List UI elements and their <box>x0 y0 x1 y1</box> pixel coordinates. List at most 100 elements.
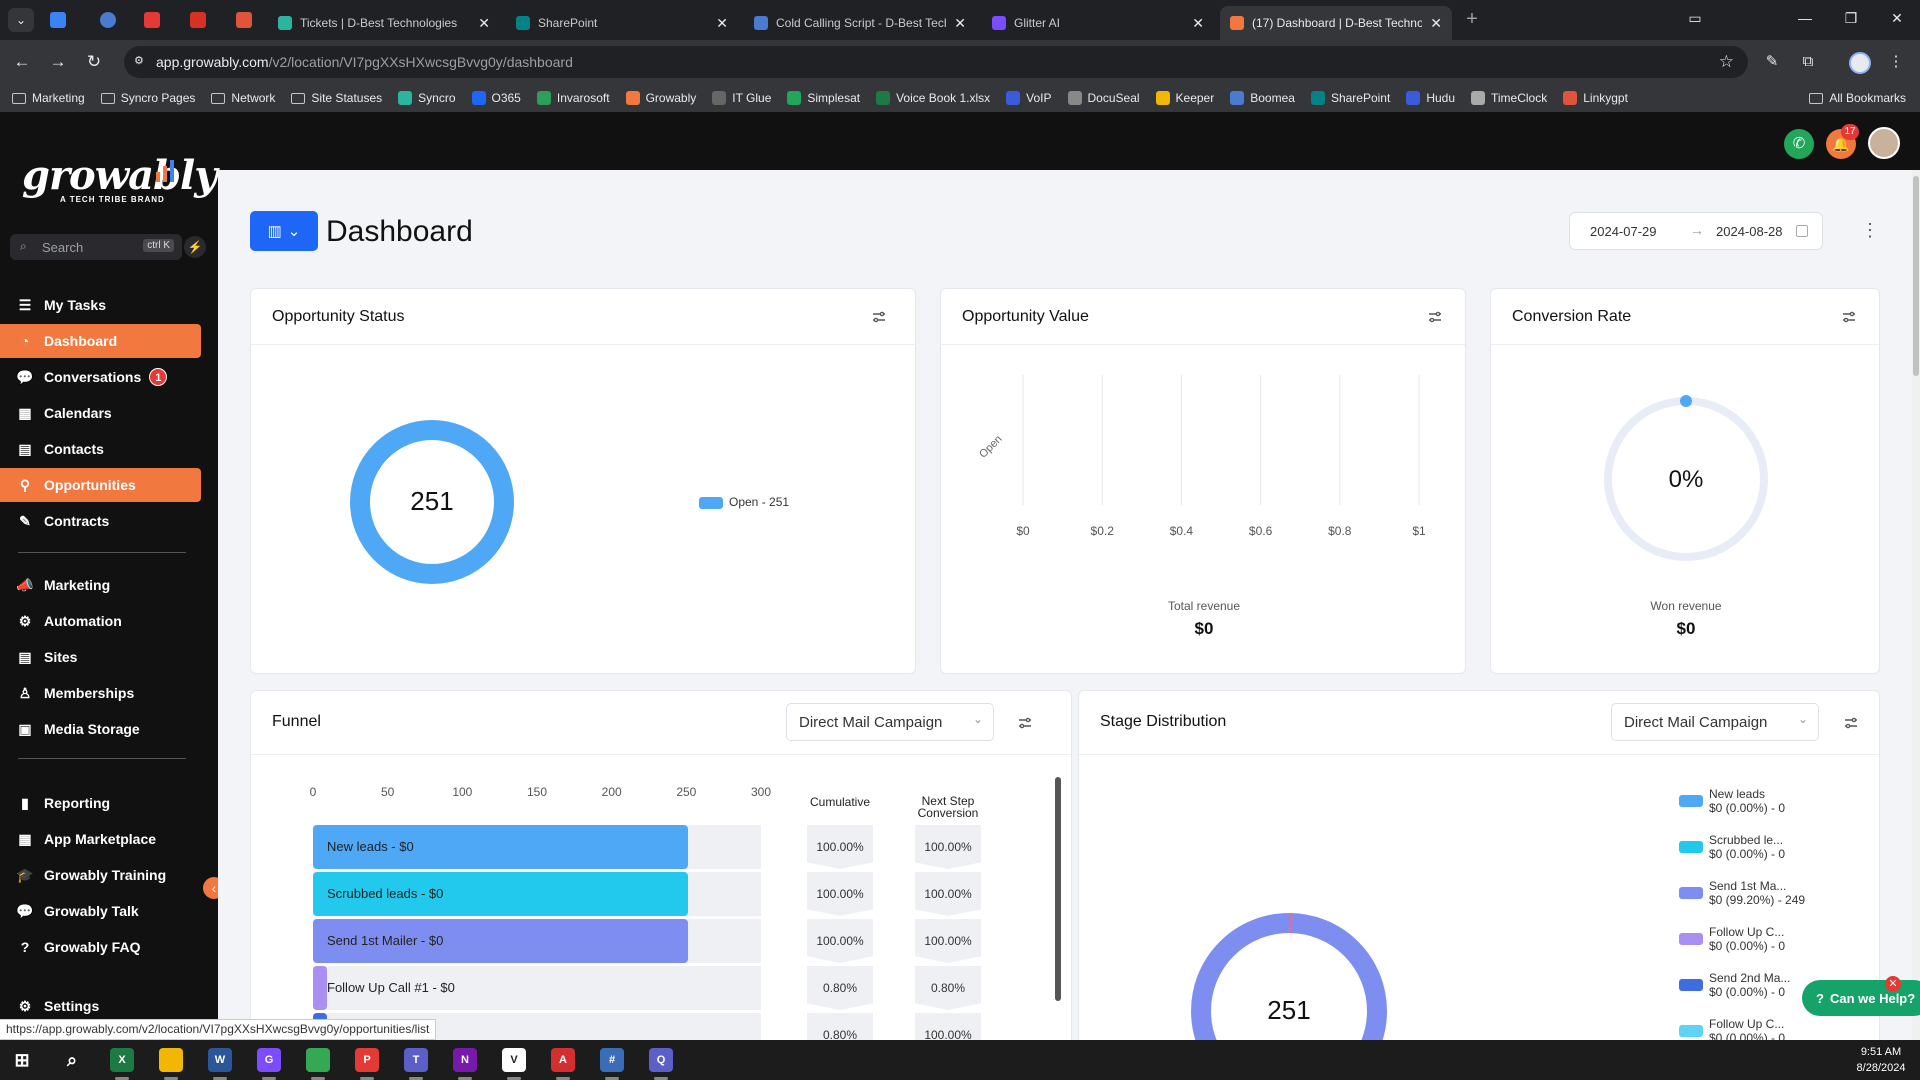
bookmark-o365[interactable]: O365 <box>471 91 521 105</box>
help-chat-button[interactable]: ? Can we Help? <box>1802 980 1920 1016</box>
tab-glitter-ai[interactable]: Glitter AI ✕ <box>982 6 1214 40</box>
tab-sharepoint[interactable]: SharePoint ✕ <box>506 6 738 40</box>
close-icon[interactable]: ✕ <box>478 15 490 32</box>
bookmark-hudu[interactable]: Hudu <box>1406 91 1455 105</box>
bookmark-boomea[interactable]: Boomea <box>1230 91 1295 105</box>
pen-icon[interactable]: ✎ <box>1760 50 1784 74</box>
date-range-picker[interactable]: 2024-07-29 → 2024-08-28 <box>1569 212 1823 250</box>
acrobat-icon[interactable]: A <box>551 1048 575 1072</box>
tab-tickets[interactable]: Tickets | D-Best Technologies ✕ <box>268 6 500 40</box>
extensions-icon[interactable]: ⧉ <box>1796 50 1820 74</box>
funnel-scrollbar[interactable] <box>1055 777 1061 1001</box>
calculator-icon[interactable]: # <box>600 1048 624 1072</box>
pinned-tab-1[interactable] <box>44 8 72 32</box>
site-info-icon[interactable]: ⚙ <box>134 54 148 68</box>
tab-search-button[interactable]: ⌄ <box>8 8 34 32</box>
close-icon[interactable]: ✕ <box>954 15 966 32</box>
visual-studio-icon[interactable]: V <box>502 1048 526 1072</box>
filter-icon[interactable] <box>1841 309 1857 325</box>
sidebar-item-settings[interactable]: ⚙ Settings <box>0 989 201 1023</box>
sidebar-item-calendars[interactable]: ▦ Calendars <box>0 396 201 430</box>
bookmark-site-statuses[interactable]: Site Statuses <box>291 91 382 105</box>
close-icon[interactable]: ✕ <box>1192 15 1204 32</box>
system-clock[interactable]: 9:51 AM 8/28/2024 <box>1846 1044 1916 1076</box>
bookmark-syncro[interactable]: Syncro <box>398 91 456 105</box>
filter-icon[interactable] <box>1427 309 1443 325</box>
bookmark-growably[interactable]: Growably <box>625 91 696 105</box>
filter-icon[interactable] <box>1843 715 1859 731</box>
onenote-icon[interactable]: N <box>453 1048 477 1072</box>
search-icon[interactable]: ⌕ <box>60 1048 84 1072</box>
bookmark-keeper[interactable]: Keeper <box>1155 91 1214 105</box>
file-explorer-icon[interactable] <box>159 1048 183 1072</box>
pinned-tab-4[interactable] <box>184 8 212 32</box>
bookmark-simplesat[interactable]: Simplesat <box>787 91 860 105</box>
sidebar-item-conversations[interactable]: 💬 Conversations 1 <box>0 360 201 394</box>
chrome-icon[interactable] <box>306 1048 330 1072</box>
filter-icon[interactable] <box>1017 715 1033 731</box>
pinned-tab-2[interactable] <box>94 8 122 32</box>
new-tab-button[interactable]: + <box>1460 8 1484 31</box>
bookmark-voip[interactable]: VoIP <box>1006 91 1052 105</box>
bookmark-it-glue[interactable]: IT Glue <box>712 91 771 105</box>
bookmark-linkygpt[interactable]: Linkygpt <box>1563 91 1628 105</box>
glitter-icon[interactable]: G <box>257 1048 281 1072</box>
pinned-tab-5[interactable] <box>230 8 258 32</box>
sidebar-item-contracts[interactable]: ✎ Contracts <box>0 504 201 538</box>
bookmark-marketing[interactable]: Marketing <box>12 91 85 105</box>
dashboard-switcher-button[interactable]: ▥ ⌄ <box>250 211 318 251</box>
filter-icon[interactable] <box>871 309 887 325</box>
sidebar-item-growably-training[interactable]: 🎓 Growably Training <box>0 858 201 892</box>
app-icon[interactable]: Q <box>649 1048 673 1072</box>
pen-icon[interactable]: P <box>355 1048 379 1072</box>
stage-legend-item[interactable]: Send 2nd Ma... $0 (0.00%) - 0 <box>1679 971 1790 999</box>
sidebar-item-automation[interactable]: ⚙ Automation <box>0 604 201 638</box>
start-windows-icon[interactable]: ⊞ <box>10 1048 34 1072</box>
sidebar-item-marketing[interactable]: 📣 Marketing <box>0 568 201 602</box>
profile-avatar[interactable] <box>1849 52 1871 74</box>
all-bookmarks-button[interactable]: All Bookmarks <box>1809 84 1906 112</box>
sidebar-item-growably-talk[interactable]: 💬 Growably Talk <box>0 894 201 928</box>
stage-legend-item[interactable]: Scrubbed le... $0 (0.00%) - 0 <box>1679 833 1785 861</box>
user-avatar[interactable] <box>1868 127 1900 159</box>
stage-legend-item[interactable]: Follow Up C... $0 (0.00%) - 0 <box>1679 1017 1785 1040</box>
close-window-button[interactable]: ✕ <box>1882 10 1912 27</box>
back-button[interactable]: ← <box>10 50 34 74</box>
funnel-bar[interactable] <box>313 966 327 1010</box>
sidebar-item-memberships[interactable]: ♙ Memberships <box>0 676 201 710</box>
browser-menu-icon[interactable]: ⋮ <box>1884 50 1908 74</box>
bookmark-docuseal[interactable]: DocuSeal <box>1067 91 1140 105</box>
reload-button[interactable]: ↻ <box>82 50 106 74</box>
excel-icon[interactable]: X <box>110 1048 134 1072</box>
bookmark-syncro-pages[interactable]: Syncro Pages <box>100 91 195 105</box>
funnel-pipeline-select[interactable]: Direct Mail Campaign ⌄ <box>786 703 994 741</box>
quick-actions-bolt-icon[interactable]: ⚡ <box>184 236 206 258</box>
sidebar-item-reporting[interactable]: ▮ Reporting <box>0 786 201 820</box>
tab-dashboard[interactable]: (17) Dashboard | D-Best Techno ✕ <box>1220 6 1452 40</box>
sidebar-item-media-storage[interactable]: ▣ Media Storage <box>0 712 201 746</box>
close-icon[interactable]: ✕ <box>716 15 728 32</box>
forward-button[interactable]: → <box>46 50 70 74</box>
growably-logo[interactable]: growably A TECH TRIBE BRAND <box>22 152 217 222</box>
teams-icon[interactable]: T <box>404 1048 428 1072</box>
stage-legend-item[interactable]: Send 1st Ma... $0 (99.20%) - 249 <box>1679 879 1805 907</box>
url-bar[interactable]: ⚙ app.growably.com/v2/location/VI7pgXXsH… <box>124 46 1748 78</box>
sidebar-item-growably-faq[interactable]: ? Growably FAQ <box>0 930 201 964</box>
bookmark-invarosoft[interactable]: Invarosoft <box>536 91 610 105</box>
phone-icon[interactable]: ✆ <box>1784 129 1814 159</box>
close-help-icon[interactable]: ✕ <box>1885 976 1901 992</box>
tab-cold-calling-script[interactable]: Cold Calling Script - D-Best Tech ✕ <box>744 6 976 40</box>
dashboard-menu-icon[interactable]: ⋮ <box>1861 220 1879 241</box>
close-icon[interactable]: ✕ <box>1430 15 1442 32</box>
stage-legend-item[interactable]: Follow Up C... $0 (0.00%) - 0 <box>1679 925 1785 953</box>
stage-legend-item[interactable]: New leads $0 (0.00%) - 0 <box>1679 787 1785 815</box>
bookmark-timeclock[interactable]: TimeClock <box>1471 91 1547 105</box>
sidebar-item-sites[interactable]: ▤ Sites <box>0 640 201 674</box>
search-input[interactable]: ⌕ Search ctrl K <box>10 234 182 260</box>
page-scrollbar[interactable] <box>1912 170 1920 1040</box>
bookmark-sharepoint[interactable]: SharePoint <box>1310 91 1390 105</box>
stage-pipeline-select[interactable]: Direct Mail Campaign ⌄ <box>1611 703 1819 741</box>
sidebar-item-opportunities[interactable]: ⚲ Opportunities <box>0 468 201 502</box>
sidebar-item-contacts[interactable]: ▤ Contacts <box>0 432 201 466</box>
sidebar-item-my-tasks[interactable]: ☰ My Tasks <box>0 288 201 322</box>
